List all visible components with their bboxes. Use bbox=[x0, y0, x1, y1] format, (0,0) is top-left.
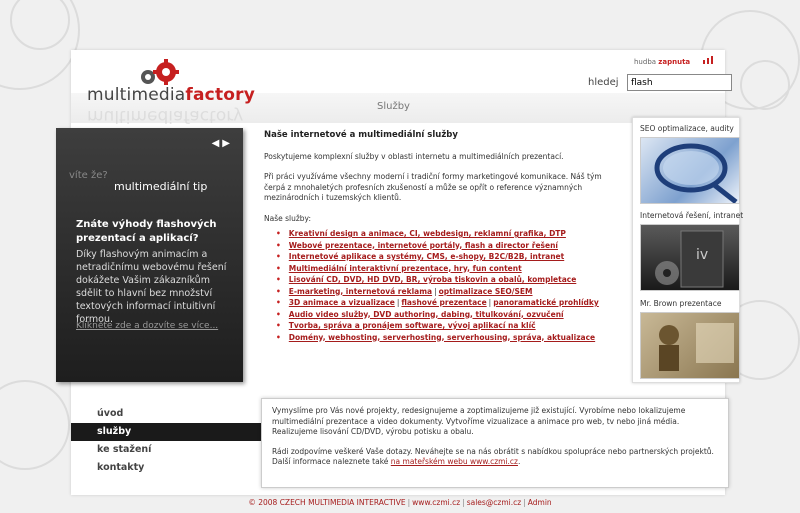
service-item: • Multimediální interaktivní prezentace, … bbox=[276, 263, 624, 275]
search-input[interactable] bbox=[627, 74, 732, 91]
service-link[interactable]: Domény, webhosting, serverhosting, serve… bbox=[289, 333, 595, 342]
footer-site-link[interactable]: www.czmi.cz bbox=[412, 498, 460, 507]
footer: © 2008 CZECH MULTIMEDIA INTERACTIVE | www.… bbox=[248, 498, 552, 507]
equalizer-icon[interactable] bbox=[703, 56, 713, 64]
service-link[interactable]: panoramatické prohlídky bbox=[493, 298, 599, 307]
separator: | bbox=[434, 286, 437, 296]
bullet-icon: • bbox=[276, 332, 281, 342]
nav-item-uvod[interactable]: úvod bbox=[71, 405, 261, 423]
bullet-icon: • bbox=[276, 298, 281, 307]
content-paragraph: Při práci využíváme všechny moderní i tr… bbox=[264, 172, 602, 202]
bullet-icon: • bbox=[276, 321, 281, 330]
service-item: • Webové prezentace, internetové portály,… bbox=[276, 240, 624, 252]
nav-item-sluzby[interactable]: služby bbox=[71, 423, 261, 441]
tip-question: Znáte výhody flashových prezentací a apl… bbox=[76, 219, 217, 244]
tip-kicker: víte že? bbox=[69, 170, 108, 181]
services-list: • Kreativní design a animace, CI, webdesi… bbox=[276, 228, 624, 343]
next-arrow-icon[interactable]: ▶ bbox=[222, 138, 233, 149]
logo-reflection: multimediafactory bbox=[87, 106, 244, 126]
info-contact-paragraph: Rádi zodpovíme veškeré Vaše dotazy. Nevá… bbox=[272, 446, 714, 467]
service-link[interactable]: E-marketing, internetová reklama bbox=[289, 287, 432, 296]
footer-admin-link[interactable]: Admin bbox=[528, 498, 552, 507]
promo-label: Mr. Brown prezentace bbox=[640, 299, 722, 308]
services-label: Naše služby: bbox=[264, 213, 311, 223]
bullet-icon: • bbox=[276, 309, 281, 319]
logo[interactable]: multimediafactory bbox=[87, 85, 255, 105]
promo-mr-brown[interactable]: Mr. Brown prezentace bbox=[640, 299, 740, 379]
service-item: • E-marketing, internetová reklama | optima… bbox=[276, 286, 624, 298]
service-item: • Domény, webhosting, serverhosting, serv… bbox=[276, 332, 624, 344]
page-title: Služby bbox=[377, 101, 410, 112]
footer-copyright: © 2008 CZECH MULTIMEDIA INTERACTIVE bbox=[248, 498, 406, 507]
service-link[interactable]: 3D animace a vizualizace bbox=[289, 298, 395, 307]
software-box-image[interactable]: iv bbox=[640, 224, 740, 291]
service-link[interactable]: flashové prezentace bbox=[401, 298, 486, 307]
page-container: multimediafactory hudba zapnuta hledej m… bbox=[56, 50, 743, 495]
background-swirl bbox=[740, 60, 790, 110]
footer-email-link[interactable]: sales@czmi.cz bbox=[467, 498, 522, 507]
info-box: Vymyslíme pro Vás nové projekty, redesig… bbox=[261, 398, 729, 488]
content-title: Naše internetové a multimediální služby bbox=[264, 130, 458, 140]
search-label: hledej bbox=[588, 77, 619, 88]
separator: | bbox=[488, 298, 492, 307]
service-item: • Tvorba, správa a pronájem software, výv… bbox=[276, 320, 624, 332]
tip-more-link[interactable]: Klikněte zde a dozvíte se více... bbox=[76, 321, 218, 331]
service-link[interactable]: Webové prezentace, internetové portály, … bbox=[289, 241, 558, 250]
service-item: • Kreativní design a animace, CI, webdesi… bbox=[276, 228, 624, 240]
nav-item-ke-stazeni[interactable]: ke stažení bbox=[71, 441, 261, 459]
music-toggle[interactable]: hudba zapnuta bbox=[634, 58, 690, 66]
service-link[interactable]: Kreativní design a animace, CI, webdesig… bbox=[289, 229, 566, 238]
music-label: hudba bbox=[634, 58, 657, 66]
service-item: • Internetové aplikace a systémy, CMS, e-… bbox=[276, 251, 624, 263]
tip-navigation: ◀▶ bbox=[212, 138, 233, 149]
bullet-icon: • bbox=[276, 229, 281, 238]
main-navigation: úvod služby ke stažení kontakty bbox=[71, 405, 261, 477]
main-content: Naše internetové a multimediální služby … bbox=[264, 130, 624, 343]
tip-panel: ◀▶ víte že? multimediální tip Znáte výho… bbox=[56, 128, 243, 382]
promo-label: Internetová řešení, intranet bbox=[640, 211, 744, 220]
promo-intranet[interactable]: Internetová řešení, intranet iv bbox=[640, 211, 744, 291]
logo-suffix: factory bbox=[185, 85, 256, 105]
service-link[interactable]: Tvorba, správa a pronájem software, vývo… bbox=[289, 321, 536, 330]
service-link[interactable]: Audio video služby, DVD authoring, dabin… bbox=[289, 310, 564, 319]
background-swirl bbox=[0, 380, 70, 470]
service-item: • 3D animace a vizualizace | flashové preze… bbox=[276, 297, 624, 309]
bullet-icon: • bbox=[276, 263, 281, 273]
bullet-icon: • bbox=[276, 275, 281, 284]
prev-arrow-icon[interactable]: ◀ bbox=[212, 138, 223, 149]
bullet-icon: • bbox=[276, 252, 281, 261]
tip-heading: multimediální tip bbox=[114, 180, 208, 193]
promo-sidebar: SEO optimalizace, audity Internetová řeš… bbox=[632, 117, 744, 383]
service-item: • Lisování CD, DVD, HD DVD, BR, výroba ti… bbox=[276, 274, 624, 286]
nav-item-kontakty[interactable]: kontakty bbox=[71, 459, 261, 477]
service-link[interactable]: Lisování CD, DVD, HD DVD, BR, výroba tis… bbox=[289, 275, 577, 284]
promo-label: SEO optimalizace, audity bbox=[640, 124, 734, 133]
header: multimediafactory hudba zapnuta hledej bbox=[71, 50, 732, 105]
bullet-icon: • bbox=[276, 286, 281, 296]
logo-prefix: multimedia bbox=[87, 85, 186, 105]
parent-site-link[interactable]: na mateřském webu www.czmi.cz bbox=[391, 457, 518, 466]
music-state: zapnuta bbox=[658, 58, 691, 66]
service-item: • Audio video služby, DVD authoring, dabi… bbox=[276, 309, 624, 321]
content-intro: Poskytujeme komplexní služby v oblasti i… bbox=[264, 151, 564, 161]
info-paragraph: Vymyslíme pro Vás nové projekty, redesig… bbox=[272, 406, 686, 436]
brown-presentation-image[interactable] bbox=[640, 312, 740, 379]
promo-seo[interactable]: SEO optimalizace, audity bbox=[640, 124, 740, 204]
bullet-icon: • bbox=[276, 240, 281, 250]
magnifier-image[interactable] bbox=[640, 137, 740, 204]
service-link[interactable]: Multimediální interaktivní prezentace, h… bbox=[289, 264, 522, 273]
separator: | bbox=[396, 298, 400, 307]
service-link[interactable]: Internetové aplikace a systémy, CMS, e-s… bbox=[289, 252, 564, 261]
tip-body: Díky flashovým animacím a netradičnímu w… bbox=[76, 249, 227, 325]
svg-text:iv: iv bbox=[696, 247, 708, 263]
service-link[interactable]: optimalizace SEO/SEM bbox=[439, 287, 533, 296]
